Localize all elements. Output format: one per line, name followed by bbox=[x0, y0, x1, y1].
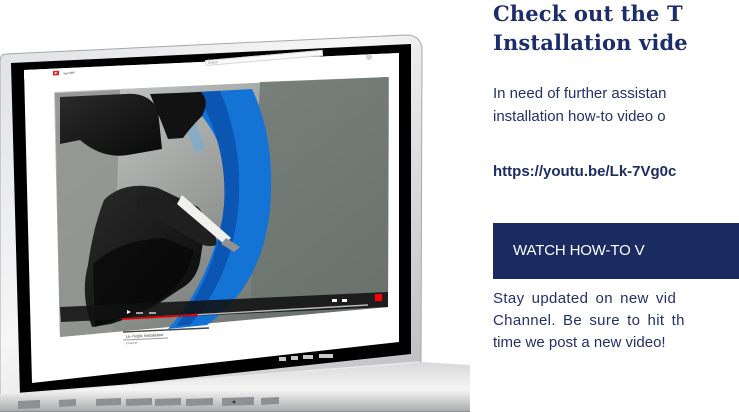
page: YouTube Search Lk-7Vg0c Installation Cha… bbox=[0, 0, 739, 412]
intro-line-1: In need of further assistan bbox=[493, 85, 667, 102]
outro-line-1: Stay updated on new vid bbox=[493, 290, 677, 307]
watch-button-label: WATCH HOW-TO V bbox=[513, 242, 645, 259]
page-title: Check out the T Installation vide bbox=[493, 0, 739, 57]
intro-line-2: installation how-to video o bbox=[493, 108, 666, 125]
laptop-mockup: YouTube Search Lk-7Vg0c Installation Cha… bbox=[0, 0, 470, 412]
video-promo-panel: Check out the T Installation vide In nee… bbox=[493, 0, 739, 412]
laptop-illustration bbox=[0, 34, 470, 412]
outro-line-2: Channel. Be sure to hit th bbox=[493, 312, 685, 329]
intro-paragraph: In need of further assistan installation… bbox=[493, 82, 739, 128]
subscribe-paragraph: Stay updated on new vid Channel. Be sure… bbox=[493, 288, 739, 354]
outro-line-3: time we post a new video! bbox=[493, 334, 666, 351]
watch-how-to-video-button[interactable]: WATCH HOW-TO V bbox=[493, 223, 739, 279]
youtube-url-link[interactable]: https://youtu.be/Lk-7Vg0c bbox=[493, 162, 676, 182]
title-line-2: Installation vide bbox=[493, 30, 688, 55]
title-line-1: Check out the T bbox=[493, 1, 683, 26]
